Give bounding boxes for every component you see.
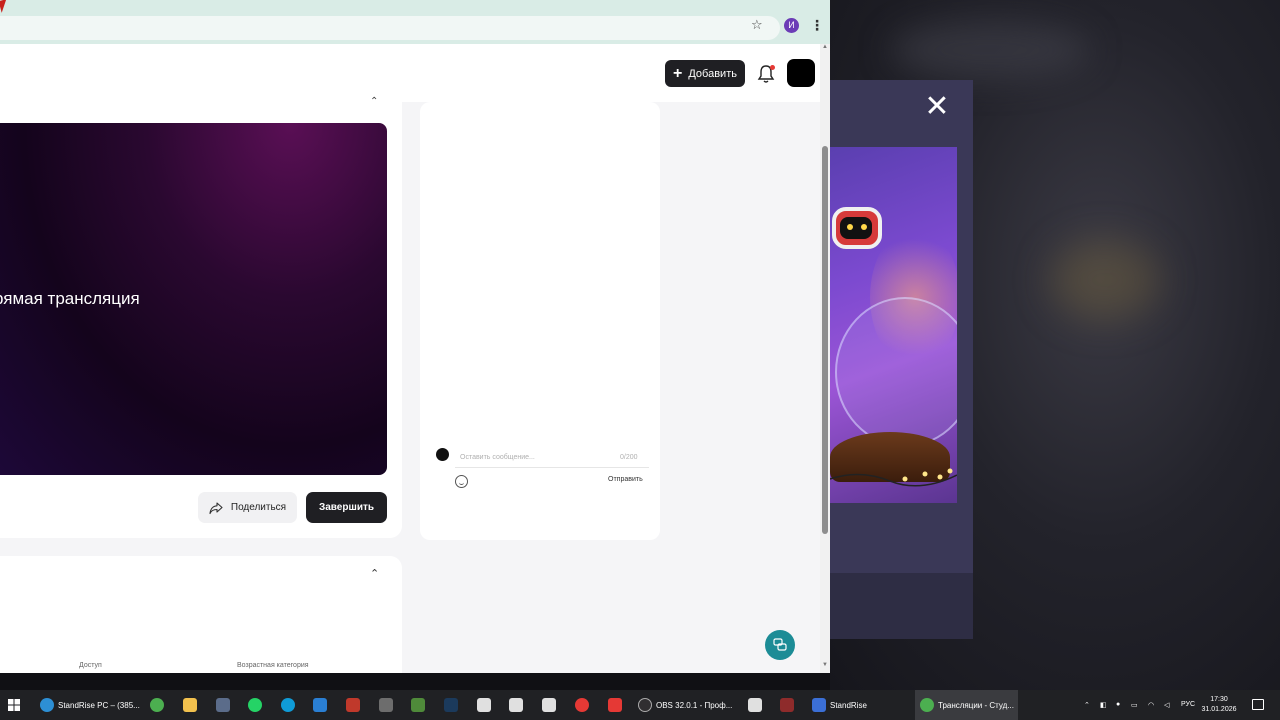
add-button-label: Добавить: [688, 67, 737, 80]
steam-icon[interactable]: [444, 698, 458, 712]
file-icon[interactable]: [477, 698, 491, 712]
stream-title: рямая трансляция: [0, 289, 140, 308]
robot-eye: [847, 224, 853, 230]
emoji-icon[interactable]: [455, 475, 468, 488]
kebab-icon[interactable]: ⋮: [810, 16, 824, 34]
desktop-strip: [0, 673, 830, 690]
chevron-up-icon[interactable]: ⌃: [370, 97, 382, 107]
battery-icon[interactable]: ▭: [1131, 701, 1138, 709]
url-field[interactable]: [0, 16, 780, 40]
folder-icon[interactable]: [183, 698, 197, 712]
add-button[interactable]: + Добавить: [665, 60, 745, 87]
share-icon: [209, 501, 223, 514]
share-button-label: Поделиться: [230, 502, 287, 513]
minecraft-icon[interactable]: [411, 698, 425, 712]
taskbar-item-label: StandRise: [830, 700, 867, 710]
send-button[interactable]: Отправить: [608, 476, 643, 483]
promo-modal-footer: [830, 573, 973, 639]
tray-chevron-icon[interactable]: ⌃: [1084, 701, 1090, 709]
store-icon[interactable]: [379, 698, 393, 712]
profile-icon[interactable]: И: [784, 18, 799, 33]
taskbar-item-standrise[interactable]: StandRise: [812, 690, 907, 720]
close-icon[interactable]: ✕: [922, 92, 952, 122]
page-content: + Добавить ⌃ рямая трансляция Поделиться…: [0, 44, 820, 673]
scroll-down-arrow-icon[interactable]: ▼: [822, 662, 828, 668]
stream-settings-card: [0, 556, 402, 673]
taskbar-item-streams-studio[interactable]: Трансляции - Студ...: [915, 690, 1018, 720]
taskbar-item-standrise-pc[interactable]: StandRise PC – (385...: [40, 690, 140, 720]
scroll-up-arrow-icon[interactable]: ▲: [822, 44, 828, 50]
support-chat-icon: [773, 638, 787, 651]
app-icon[interactable]: [346, 698, 360, 712]
chat-panel: [420, 102, 660, 540]
access-label: Доступ: [79, 662, 102, 669]
system-clock[interactable]: 17:30 31.01.2026: [1199, 695, 1239, 715]
star-icon[interactable]: ☆: [751, 18, 765, 32]
page-scrollbar[interactable]: ▲ ▼: [820, 44, 830, 673]
promo-image: [830, 147, 957, 503]
standrise-app-icon: [40, 698, 54, 712]
share-button[interactable]: Поделиться: [198, 492, 297, 523]
notification-dot: [770, 65, 775, 70]
video-player[interactable]: рямая трансляция: [0, 123, 387, 475]
yandex-browser-icon[interactable]: [575, 698, 589, 712]
taskbar-item-label: OBS 32.0.1 - Проф...: [656, 700, 733, 710]
browser-window: ☆ И ⋮ + Добавить ⌃ рямая трансляция Поде…: [0, 0, 830, 673]
top-navigation: + Добавить: [0, 44, 820, 102]
language-indicator[interactable]: РУС: [1181, 701, 1195, 708]
support-chat-button[interactable]: [765, 630, 795, 660]
desktop-blur: [890, 20, 1090, 80]
chrome-icon: [920, 698, 934, 712]
standrise-icon: [812, 698, 826, 712]
file-icon[interactable]: [542, 698, 556, 712]
yandex-icon[interactable]: [608, 698, 622, 712]
vscode-icon[interactable]: [313, 698, 327, 712]
file-icon[interactable]: [509, 698, 523, 712]
chat-char-counter: 0/200: [620, 454, 638, 461]
address-bar: [0, 12, 830, 44]
obs-icon: [638, 698, 652, 712]
robot-face: [840, 217, 872, 239]
plus-icon: +: [673, 64, 683, 82]
clock-time: 17:30: [1210, 696, 1228, 703]
robot-eye: [861, 224, 867, 230]
winrar-icon[interactable]: [780, 698, 794, 712]
volume-icon[interactable]: ◁: [1164, 701, 1169, 709]
desktop-blur: [1050, 240, 1160, 320]
windows-start-icon[interactable]: [8, 699, 20, 711]
wifi-icon[interactable]: ◠: [1148, 701, 1154, 709]
app-icon[interactable]: [216, 698, 230, 712]
file-icon[interactable]: [748, 698, 762, 712]
taskbar-item-label: StandRise PC – (385...: [58, 700, 140, 710]
chat-user-avatar: [436, 448, 449, 461]
taskbar: StandRise PC – (385... OBS 32.0.1 - Проф…: [0, 690, 1280, 720]
whatsapp-icon[interactable]: [248, 698, 262, 712]
finish-button[interactable]: Завершить: [306, 492, 387, 523]
age-category-label: Возрастная категория: [237, 662, 309, 669]
scrollbar-thumb[interactable]: [822, 146, 828, 534]
edge-icon[interactable]: [281, 698, 295, 712]
microphone-icon[interactable]: ●: [1116, 701, 1120, 708]
clock-date: 31.01.2026: [1201, 706, 1237, 713]
taskbar-item-obs[interactable]: OBS 32.0.1 - Проф...: [638, 690, 733, 720]
taskbar-item-label: Трансляции - Студ...: [938, 700, 1014, 710]
finish-button-label: Завершить: [318, 502, 375, 513]
chrome-icon[interactable]: [150, 698, 164, 712]
chevron-up-icon[interactable]: ⌃: [370, 569, 382, 580]
browser-titlebar: [0, 0, 830, 12]
tray-icon[interactable]: ◧: [1100, 701, 1107, 709]
notifications-icon[interactable]: [1252, 699, 1264, 710]
snow-globe: [835, 297, 957, 447]
string-lights: [830, 468, 957, 487]
avatar[interactable]: [787, 59, 815, 87]
